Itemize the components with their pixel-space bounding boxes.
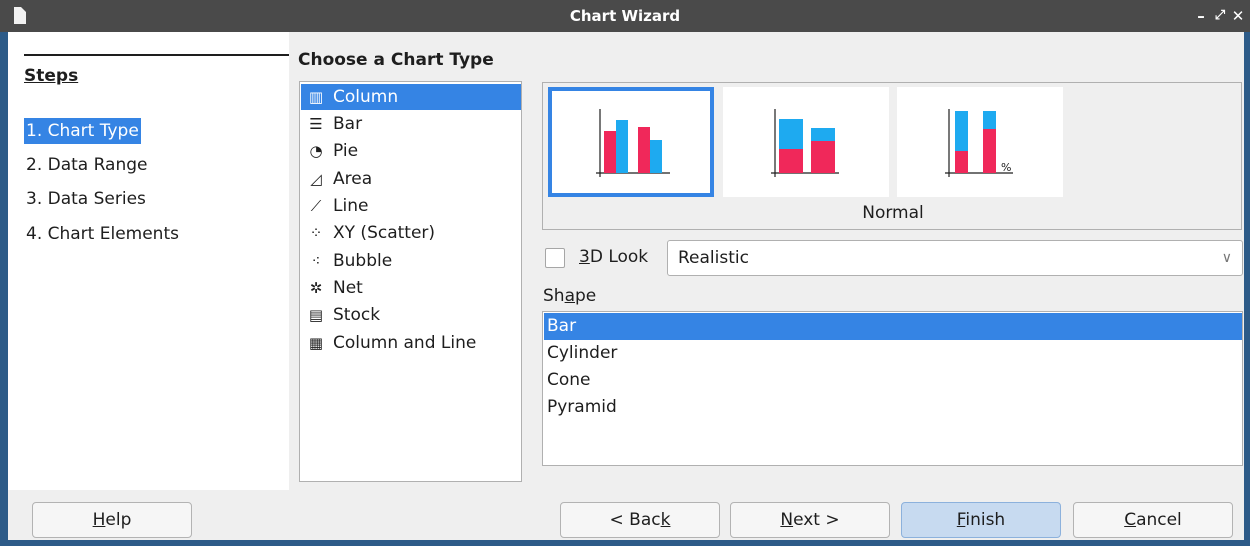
variant-percent-stacked[interactable]: % bbox=[897, 87, 1063, 197]
chart-type-list[interactable]: ▥ Column ☰ Bar ◔ Pie ◿ Area ⟋ Line ⁘ XY (Scatt… bbox=[299, 81, 522, 482]
column-chart-icon: ▥ bbox=[308, 88, 324, 106]
variant-normal[interactable] bbox=[548, 87, 714, 197]
variant-name-label: Normal bbox=[862, 203, 924, 223]
steps-pane: Steps 1. Chart Type 2. Data Range 3. Dat… bbox=[8, 32, 289, 490]
step-chart-type[interactable]: 1. Chart Type bbox=[24, 118, 141, 144]
variant-stacked[interactable] bbox=[723, 87, 889, 197]
shape-list[interactable]: Bar Cylinder Cone Pyramid bbox=[542, 311, 1243, 466]
chart-type-label: Bar bbox=[333, 114, 363, 134]
back-button[interactable]: < Back bbox=[560, 502, 720, 538]
bar-chart-icon: ☰ bbox=[309, 115, 323, 133]
window-border-left bbox=[0, 32, 8, 546]
preview-stack-a2 bbox=[811, 141, 835, 173]
chart-type-label: Column bbox=[333, 87, 399, 107]
preview-stack-a1 bbox=[779, 149, 803, 173]
chart-type-label: Stock bbox=[333, 305, 381, 325]
chart-type-line[interactable]: ⟋ Line bbox=[301, 193, 521, 219]
cancel-button[interactable]: Cancel bbox=[1073, 502, 1233, 538]
percent-mark: % bbox=[1001, 161, 1011, 174]
preview-bar-a1 bbox=[604, 131, 616, 173]
area-chart-icon: ◿ bbox=[310, 170, 322, 188]
window-border-bottom bbox=[0, 540, 1250, 546]
next-button[interactable]: Next > bbox=[730, 502, 890, 538]
shape-item-cylinder[interactable]: Cylinder bbox=[544, 340, 1242, 367]
chart-type-bar[interactable]: ☰ Bar bbox=[301, 111, 521, 137]
preview-stack-b2 bbox=[811, 128, 835, 141]
three-d-look-label[interactable]: 3D Look bbox=[579, 247, 648, 267]
line-chart-icon: ⟋ bbox=[310, 197, 322, 215]
stock-chart-icon: ▤ bbox=[308, 306, 324, 324]
preview-stack-b1 bbox=[779, 119, 803, 149]
window-title: Chart Wizard bbox=[569, 7, 681, 25]
chart-type-area[interactable]: ◿ Area bbox=[301, 166, 521, 192]
normal-column-preview bbox=[596, 109, 670, 177]
preview-bar-b2 bbox=[650, 140, 662, 173]
step-data-range[interactable]: 2. Data Range bbox=[24, 152, 150, 178]
chart-type-bubble[interactable]: ⁖ Bubble bbox=[301, 248, 521, 274]
chart-type-label: Area bbox=[333, 169, 373, 189]
help-button[interactable]: Help bbox=[32, 502, 192, 538]
percent-stacked-column-preview: % bbox=[945, 109, 1013, 177]
column-line-chart-icon: ▦ bbox=[308, 334, 324, 352]
maximize-icon[interactable]: ⤢ bbox=[1211, 5, 1229, 27]
shape-item-pyramid[interactable]: Pyramid bbox=[544, 394, 1242, 421]
bubble-chart-icon: ⁖ bbox=[311, 252, 321, 270]
chart-type-column-and-line[interactable]: ▦ Column and Line bbox=[301, 330, 521, 356]
title-bar[interactable]: Chart Wizard – ⤢ ✕ bbox=[0, 0, 1250, 32]
shape-item-bar[interactable]: Bar bbox=[544, 313, 1242, 340]
chart-type-pie[interactable]: ◔ Pie bbox=[301, 138, 521, 164]
chart-type-column[interactable]: ▥ Column bbox=[301, 84, 521, 110]
chart-type-label: Line bbox=[333, 196, 369, 216]
chart-type-label: XY (Scatter) bbox=[333, 223, 436, 243]
preview-bar-b1 bbox=[616, 120, 628, 173]
chart-type-scatter[interactable]: ⁘ XY (Scatter) bbox=[301, 220, 521, 246]
steps-heading: Steps bbox=[24, 66, 79, 86]
steps-divider bbox=[24, 54, 289, 56]
chart-type-label: Net bbox=[333, 278, 363, 298]
finish-button[interactable]: Finish bbox=[901, 502, 1061, 538]
preview-bar-a2 bbox=[638, 127, 650, 173]
preview-pct-b2 bbox=[983, 111, 996, 129]
chart-wizard-window: Chart Wizard – ⤢ ✕ Steps 1. Chart Type 2… bbox=[0, 0, 1250, 546]
chart-type-label: Bubble bbox=[333, 251, 393, 271]
pie-chart-icon: ◔ bbox=[309, 142, 323, 160]
chevron-down-icon: ∨ bbox=[1221, 250, 1232, 266]
shape-label: Shape bbox=[543, 286, 597, 306]
net-chart-icon: ✲ bbox=[309, 279, 323, 297]
three-d-look-checkbox[interactable] bbox=[545, 248, 565, 268]
three-d-scheme-dropdown[interactable]: Realistic ∨ bbox=[667, 240, 1243, 276]
preview-pct-a2 bbox=[983, 129, 996, 173]
chart-type-label: Pie bbox=[333, 141, 359, 161]
step-chart-elements[interactable]: 4. Chart Elements bbox=[24, 221, 181, 247]
close-icon[interactable]: ✕ bbox=[1229, 5, 1247, 27]
preview-pct-a1 bbox=[955, 151, 968, 173]
shape-item-cone[interactable]: Cone bbox=[544, 367, 1242, 394]
three-d-look-row: 3D Look Realistic ∨ bbox=[543, 240, 1243, 276]
section-heading: Choose a Chart Type bbox=[298, 50, 494, 70]
stacked-column-preview bbox=[771, 109, 839, 177]
chart-type-net[interactable]: ✲ Net bbox=[301, 275, 521, 301]
chart-type-label: Column and Line bbox=[333, 333, 477, 353]
step-data-series[interactable]: 3. Data Series bbox=[24, 186, 148, 212]
window-border-right bbox=[1244, 32, 1250, 546]
scatter-chart-icon: ⁘ bbox=[309, 224, 323, 242]
chart-type-stock[interactable]: ▤ Stock bbox=[301, 302, 521, 328]
dropdown-value: Realistic bbox=[678, 248, 749, 268]
chart-variant-gallery: % Normal bbox=[542, 82, 1242, 230]
minimize-icon[interactable]: – bbox=[1192, 5, 1210, 27]
preview-pct-b1 bbox=[955, 111, 968, 151]
